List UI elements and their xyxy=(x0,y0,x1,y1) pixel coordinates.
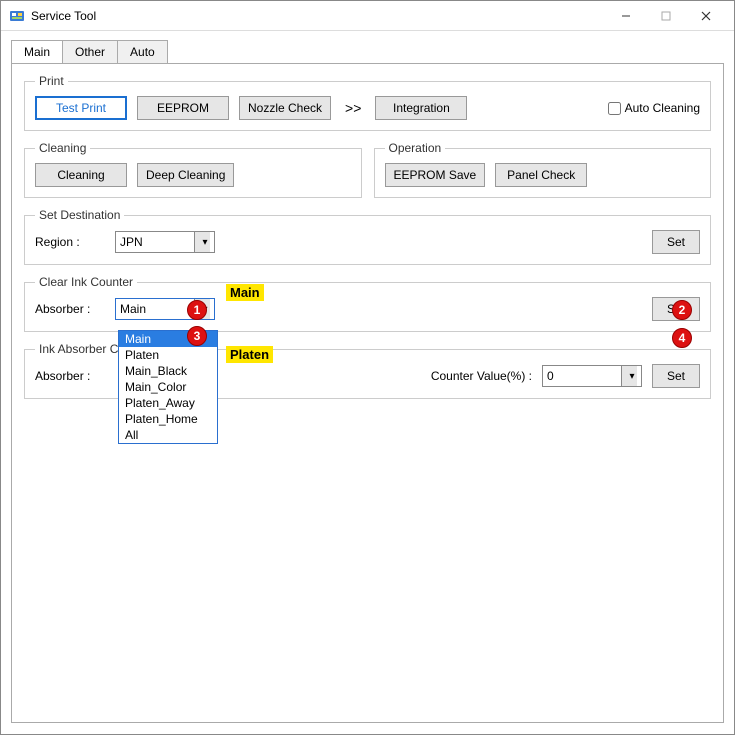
region-set-button[interactable]: Set xyxy=(652,230,700,254)
panel-check-button[interactable]: Panel Check xyxy=(495,163,587,187)
integration-button[interactable]: Integration xyxy=(375,96,467,120)
nozzle-check-button[interactable]: Nozzle Check xyxy=(239,96,331,120)
counter-value-select[interactable]: 0 ▾ xyxy=(542,365,642,387)
window: Service Tool Main Other Auto Print Test … xyxy=(0,0,735,735)
window-title: Service Tool xyxy=(31,9,606,23)
tab-other[interactable]: Other xyxy=(62,40,118,63)
group-cleaning-legend: Cleaning xyxy=(35,141,90,155)
absorber-dropdown-list[interactable]: Main Platen Main_Black Main_Color Platen… xyxy=(118,330,218,444)
group-clear-ink-legend: Clear Ink Counter xyxy=(35,275,137,289)
annotation-badge-4: 4 xyxy=(672,328,692,348)
group-operation-legend: Operation xyxy=(385,141,446,155)
group-clear-ink-counter: Clear Ink Counter Absorber : Main ▾ Set xyxy=(24,275,711,332)
auto-cleaning-checkbox[interactable]: Auto Cleaning xyxy=(608,101,700,115)
auto-cleaning-label: Auto Cleaning xyxy=(625,101,700,115)
group-operation: Operation EEPROM Save Panel Check xyxy=(374,141,712,198)
chevron-down-icon: ▾ xyxy=(194,232,210,252)
close-button[interactable] xyxy=(686,2,726,30)
absorber-label: Absorber : xyxy=(35,302,105,316)
group-ink-absorber-legend: Ink Absorber C xyxy=(35,342,122,356)
annotation-badge-3: 3 xyxy=(187,326,207,346)
dropdown-option-main-black[interactable]: Main_Black xyxy=(119,363,217,379)
region-value: JPN xyxy=(120,235,143,249)
chevron-down-icon: ▾ xyxy=(621,366,637,386)
tab-main[interactable]: Main xyxy=(11,40,63,63)
group-set-destination: Set Destination Region : JPN ▾ Set xyxy=(24,208,711,265)
dropdown-option-main-color[interactable]: Main_Color xyxy=(119,379,217,395)
eeprom-button[interactable]: EEPROM xyxy=(137,96,229,120)
annotation-main-text: Main xyxy=(226,284,264,301)
region-label: Region : xyxy=(35,235,105,249)
region-select[interactable]: JPN ▾ xyxy=(115,231,215,253)
maximize-button[interactable] xyxy=(646,2,686,30)
cleaning-button[interactable]: Cleaning xyxy=(35,163,127,187)
group-print-legend: Print xyxy=(35,74,68,88)
tab-auto[interactable]: Auto xyxy=(117,40,168,63)
counter-value-label: Counter Value(%) : xyxy=(431,369,532,383)
annotation-badge-1: 1 xyxy=(187,300,207,320)
tabs: Main Other Auto xyxy=(11,39,724,63)
dropdown-option-platen-home[interactable]: Platen_Home xyxy=(119,411,217,427)
auto-cleaning-check-input[interactable] xyxy=(608,102,621,115)
group-set-destination-legend: Set Destination xyxy=(35,208,124,222)
group-print: Print Test Print EEPROM Nozzle Check >> … xyxy=(24,74,711,131)
titlebar: Service Tool xyxy=(1,1,734,31)
minimize-button[interactable] xyxy=(606,2,646,30)
app-icon xyxy=(9,8,25,24)
tabpage-main: Print Test Print EEPROM Nozzle Check >> … xyxy=(11,63,724,723)
dropdown-option-all[interactable]: All xyxy=(119,427,217,443)
expand-icon: >> xyxy=(341,100,365,116)
inkabs-absorber-label: Absorber : xyxy=(35,369,105,383)
deep-cleaning-button[interactable]: Deep Cleaning xyxy=(137,163,234,187)
annotation-platen-text: Platen xyxy=(226,346,273,363)
counter-set-button[interactable]: Set xyxy=(652,364,700,388)
dropdown-option-platen-away[interactable]: Platen_Away xyxy=(119,395,217,411)
client-area: Main Other Auto Print Test Print EEPROM … xyxy=(1,31,734,734)
counter-value: 0 xyxy=(547,369,554,383)
annotation-badge-2: 2 xyxy=(672,300,692,320)
group-cleaning: Cleaning Cleaning Deep Cleaning xyxy=(24,141,362,198)
absorber-value: Main xyxy=(120,302,146,316)
eeprom-save-button[interactable]: EEPROM Save xyxy=(385,163,486,187)
dropdown-option-platen[interactable]: Platen xyxy=(119,347,217,363)
test-print-button[interactable]: Test Print xyxy=(35,96,127,120)
